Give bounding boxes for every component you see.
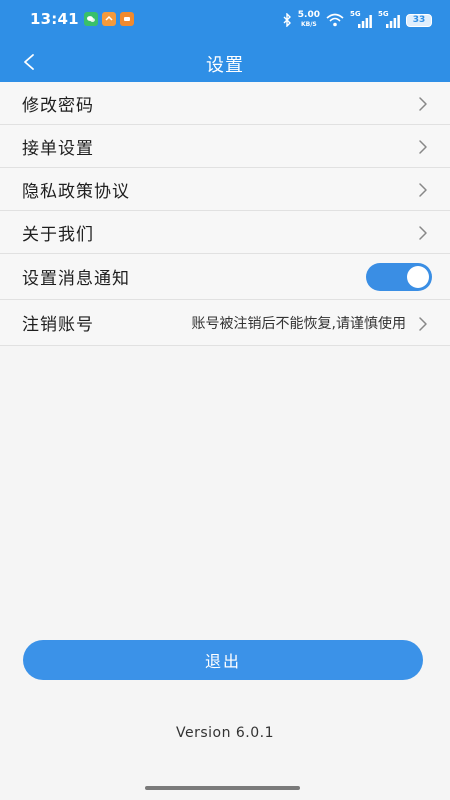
version-text: Version 6.0.1 (175, 725, 275, 741)
app-notification-icon (120, 12, 134, 26)
signal-sim1-icon: 5G (350, 10, 372, 28)
settings-item-label: 接单设置 (22, 138, 94, 159)
settings-item-delete-account[interactable]: 注销账号 账号被注销后不能恢复,请谨慎使用 (0, 300, 450, 346)
header: 设置 (0, 42, 450, 82)
settings-list: 修改密码 接单设置 隐私政策协议 关于我们 设置消息通知 注销账号 账号被注销后… (0, 82, 450, 346)
notification-toggle[interactable] (366, 262, 432, 291)
settings-item-label: 修改密码 (22, 95, 94, 116)
settings-item-privacy-policy[interactable]: 隐私政策协议 (0, 168, 450, 211)
page-title: 设置 (206, 55, 244, 76)
chevron-right-icon (418, 96, 428, 112)
chevron-right-icon (418, 316, 428, 332)
status-bar: 13:41 5.00 KB/S 5G 5G 33 (0, 0, 450, 42)
wechat-icon (84, 12, 98, 26)
network-speed: 5.00 KB/S (298, 11, 320, 29)
toggle-knob (407, 265, 429, 288)
settings-item-notifications: 设置消息通知 (0, 254, 450, 300)
settings-item-label: 隐私政策协议 (22, 181, 130, 202)
notification-icons (84, 12, 134, 26)
wifi-icon (326, 13, 344, 27)
settings-item-order-settings[interactable]: 接单设置 (0, 125, 450, 168)
logout-button[interactable]: 退出 (23, 640, 423, 680)
settings-item-label: 注销账号 (22, 315, 94, 335)
status-time: 13:41 (30, 10, 79, 28)
status-indicators: 5.00 KB/S 5G 5G 33 (282, 10, 432, 29)
settings-item-label: 设置消息通知 (22, 269, 130, 289)
bluetooth-icon (283, 13, 291, 27)
home-indicator[interactable] (145, 786, 300, 790)
chevron-right-icon (418, 182, 428, 198)
network-speed-value: 5.00 (297, 10, 320, 20)
settings-item-hint: 账号被注销后不能恢复,请谨慎使用 (191, 315, 406, 332)
battery-level: 33 (412, 15, 426, 25)
settings-item-change-password[interactable]: 修改密码 (0, 82, 450, 125)
chevron-right-icon (418, 225, 428, 241)
settings-item-label: 关于我们 (22, 224, 94, 245)
signal-sim2-icon: 5G (378, 10, 400, 28)
settings-item-about-us[interactable]: 关于我们 (0, 211, 450, 254)
network-speed-unit: KB/S (301, 21, 317, 28)
app-notification-icon (102, 12, 116, 26)
chevron-right-icon (418, 139, 428, 155)
battery-icon: 33 (406, 13, 432, 27)
